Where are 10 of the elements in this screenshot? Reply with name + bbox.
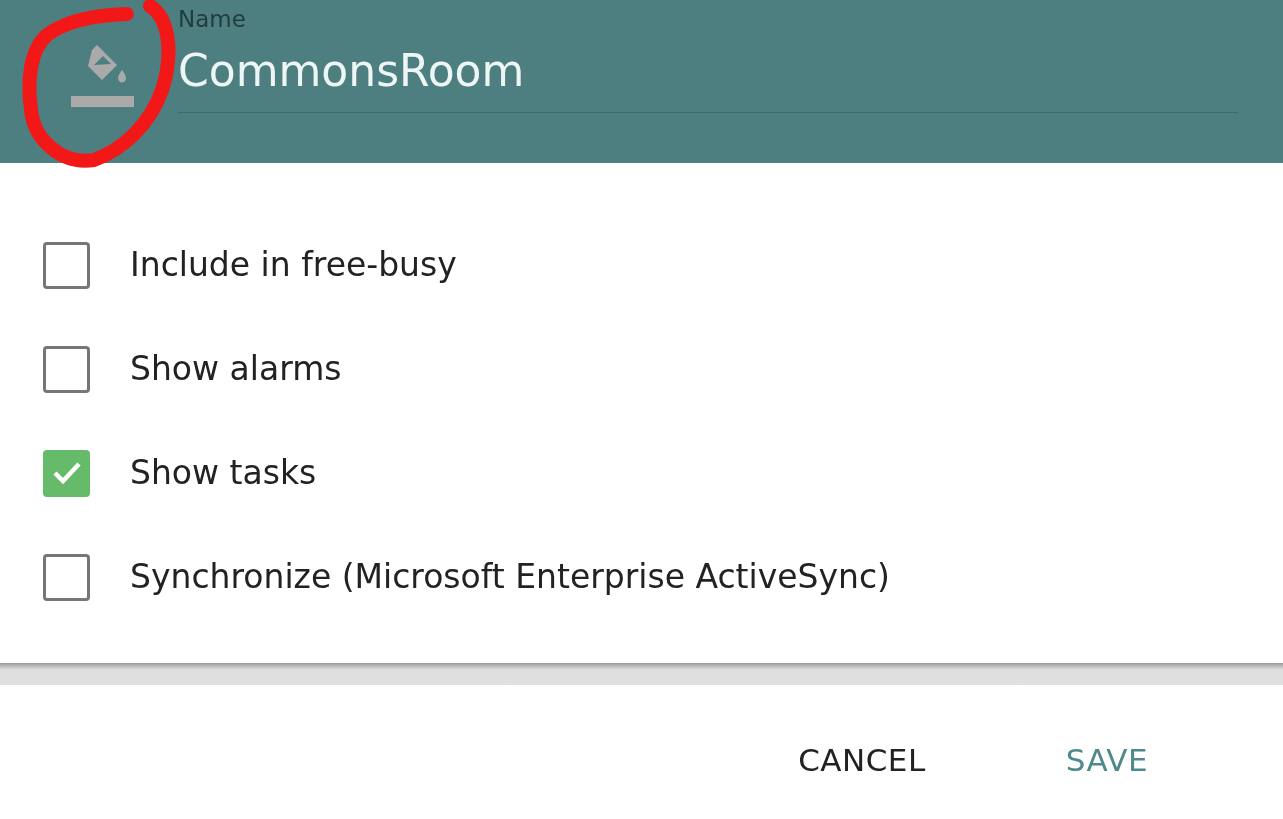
checkbox-label: Include in free-busy: [130, 244, 457, 287]
checkbox-label: Synchronize (Microsoft Enterprise ActiveSync): [130, 556, 890, 599]
checkbox-label: Show tasks: [130, 452, 317, 495]
checkbox-label: Show alarms: [130, 348, 342, 391]
checkbox[interactable]: [43, 553, 90, 601]
cancel-button[interactable]: CANCEL: [758, 733, 966, 788]
checkbox[interactable]: [43, 241, 90, 289]
save-button[interactable]: SAVE: [1025, 733, 1188, 788]
checkbox[interactable]: [43, 449, 90, 497]
checkbox[interactable]: [43, 345, 90, 393]
